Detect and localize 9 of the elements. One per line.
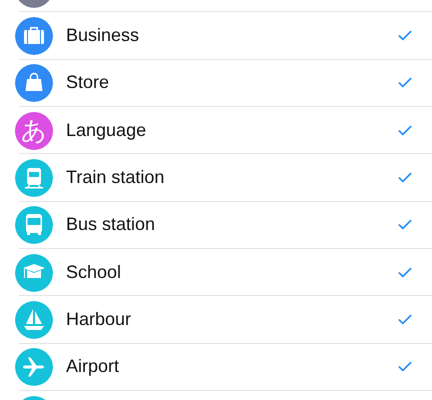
category-label[interactable]: Business	[66, 24, 140, 46]
category-label[interactable]: Airport	[66, 356, 120, 378]
category-label[interactable]: School	[66, 262, 122, 283]
language-icon: あ	[15, 112, 53, 150]
category-label[interactable]: Harbour	[66, 308, 132, 330]
category-label[interactable]: Bus station	[66, 214, 156, 236]
category-label[interactable]: Train station	[66, 166, 164, 188]
category-label[interactable]: Store	[66, 72, 110, 94]
category-label[interactable]: Language	[66, 120, 146, 141]
